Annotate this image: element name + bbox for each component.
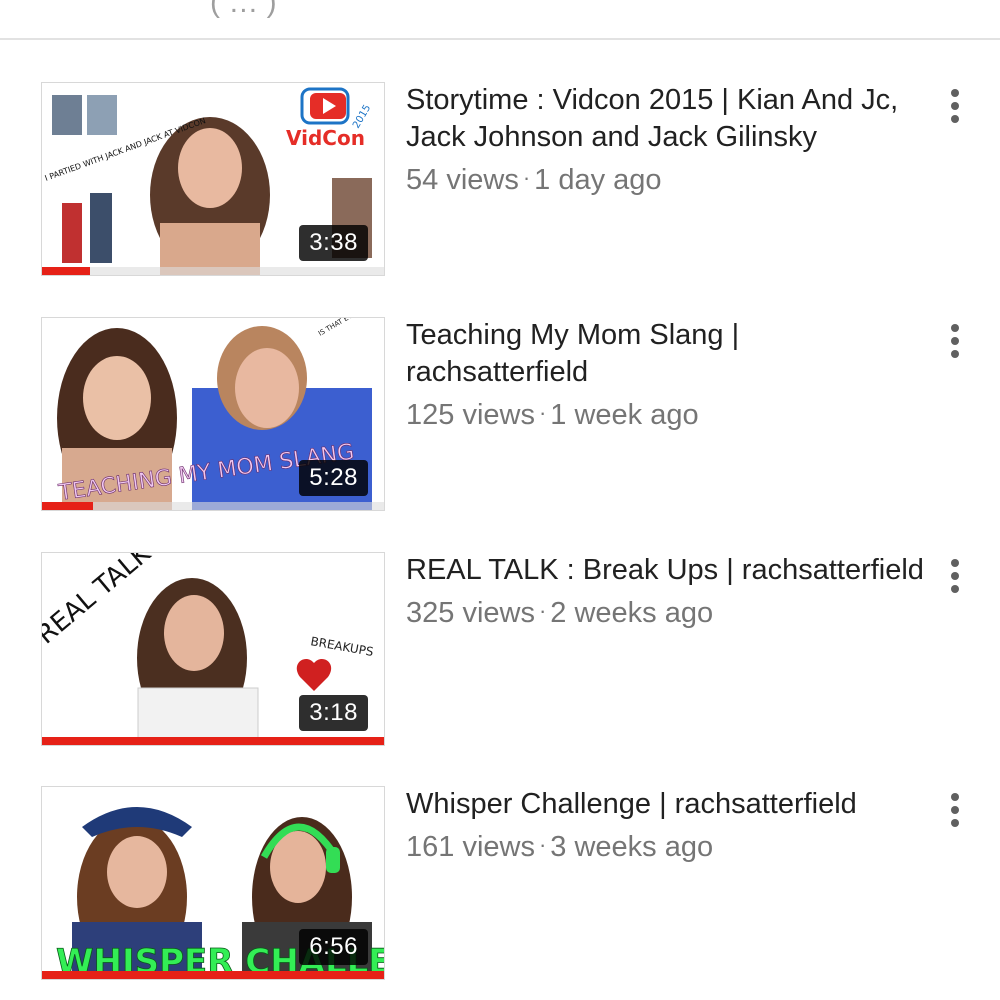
upload-age: 3 weeks ago [550,831,714,863]
video-stats: 161 views · 3 weeks ago [406,825,926,867]
upload-age: 1 day ago [534,164,662,196]
video-meta[interactable]: Teaching My Mom Slang | rachsatterfield … [406,317,926,435]
view-count: 325 views [406,597,535,629]
more-vert-icon[interactable] [940,321,970,361]
thumb-vidcon-text: VidCon [286,126,365,150]
separator-dot: · [538,598,547,623]
separator-dot: · [538,400,547,425]
video-item[interactable]: WHISPER CHALLENGE 6:56 Whisper Challenge… [0,786,1000,986]
progress-track [42,267,384,275]
video-meta[interactable]: Storytime : Vidcon 2015 | Kian And Jc, J… [406,82,926,200]
more-vert-icon[interactable] [940,556,970,596]
view-count: 54 views [406,164,519,196]
watch-progress-bar [42,737,384,745]
video-item[interactable]: VidCon 2015 I PARTIED WITH JACK AND JACK… [0,82,1000,282]
video-stats: 54 views · 1 day ago [406,158,926,200]
top-divider-area: ( … ) [0,0,1000,40]
video-item[interactable]: REAL TALK BREAKUPS 3:18 REAL TALK : Brea… [0,552,1000,752]
more-vert-icon[interactable] [940,86,970,126]
watch-progress-bar [42,502,94,510]
video-meta[interactable]: REAL TALK : Break Ups | rachsatterfield … [406,552,926,633]
video-title[interactable]: Teaching My Mom Slang | rachsatterfield [406,317,926,391]
video-item[interactable]: TEACHING MY MOM SLANG IS THAT EVEN A WOR… [0,317,1000,517]
duration-badge: 3:38 [299,225,368,261]
watch-progress-bar [42,971,384,979]
video-thumbnail[interactable]: WHISPER CHALLENGE 6:56 [41,786,385,980]
upload-age: 2 weeks ago [550,597,714,629]
duration-badge: 3:18 [299,695,368,731]
video-thumbnail[interactable]: REAL TALK BREAKUPS 3:18 [41,552,385,746]
separator-dot: · [538,832,547,857]
more-vert-icon[interactable] [940,790,970,830]
separator-dot: · [522,165,531,190]
video-title[interactable]: Storytime : Vidcon 2015 | Kian And Jc, J… [406,82,926,156]
video-thumbnail[interactable]: VidCon 2015 I PARTIED WITH JACK AND JACK… [41,82,385,276]
clipped-header-text: ( … ) [210,0,277,19]
view-count: 161 views [406,831,535,863]
view-count: 125 views [406,399,535,431]
upload-age: 1 week ago [550,399,699,431]
video-title[interactable]: Whisper Challenge | rachsatterfield [406,786,926,823]
video-thumbnail[interactable]: TEACHING MY MOM SLANG IS THAT EVEN A WOR… [41,317,385,511]
progress-track [42,502,384,510]
video-title[interactable]: REAL TALK : Break Ups | rachsatterfield [406,552,926,589]
video-meta[interactable]: Whisper Challenge | rachsatterfield 161 … [406,786,926,867]
video-stats: 325 views · 2 weeks ago [406,591,926,633]
video-stats: 125 views · 1 week ago [406,393,926,435]
watch-progress-bar [42,267,90,275]
duration-badge: 6:56 [299,929,368,965]
duration-badge: 5:28 [299,460,368,496]
